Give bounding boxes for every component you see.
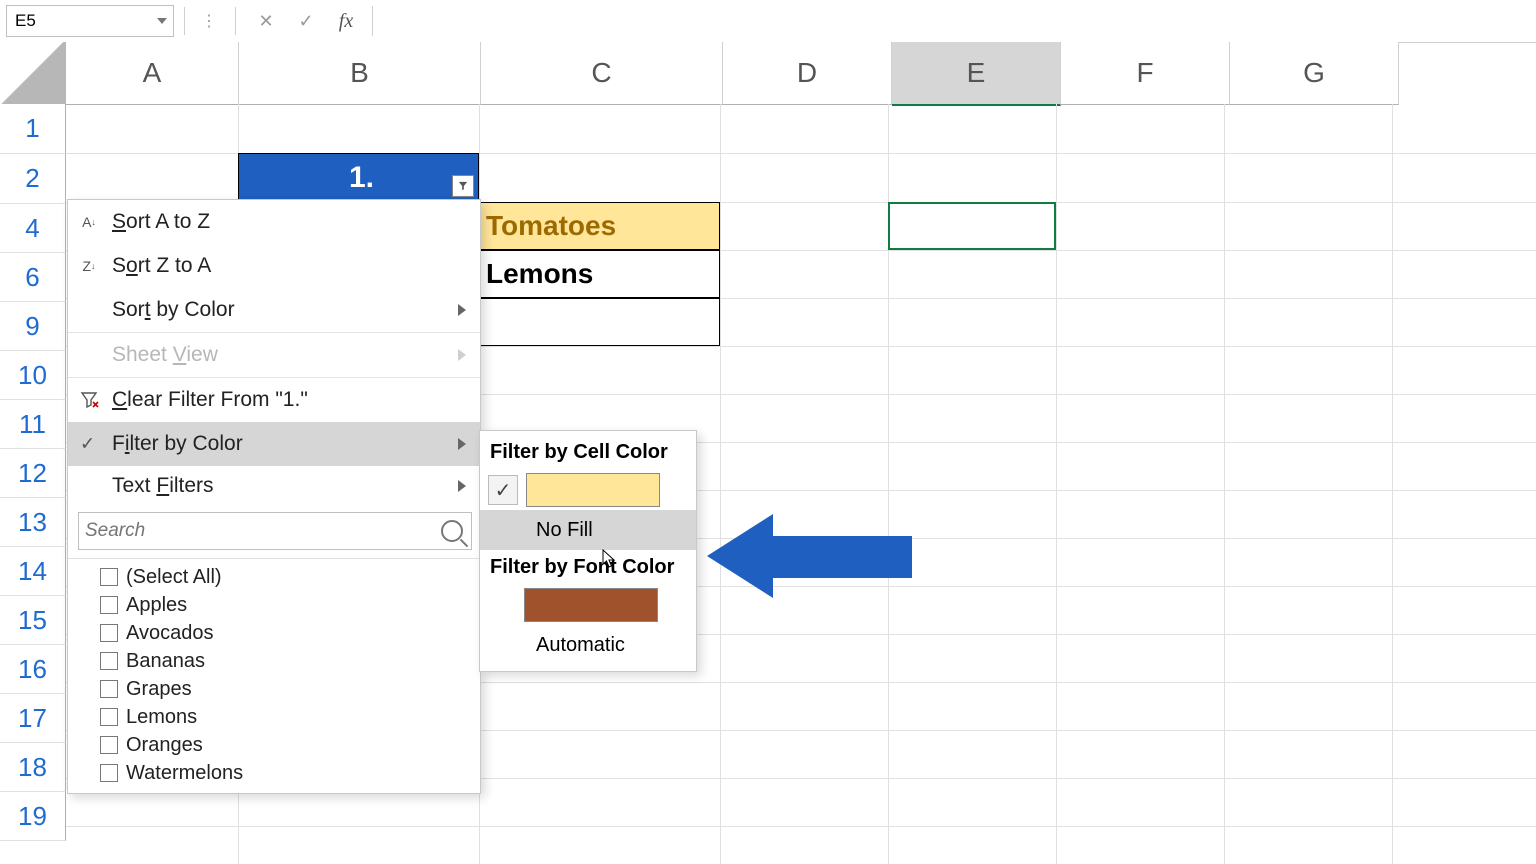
filter-by-color-submenu: Filter by Cell Color ✓ No Fill Filter by… [479, 430, 697, 672]
select-all-corner[interactable] [0, 42, 67, 105]
row-header-9[interactable]: 9 [0, 302, 66, 351]
check-icon: ✓ [80, 434, 95, 455]
filter-cell-no-fill[interactable]: No Fill [480, 510, 696, 550]
menu-clear-filter[interactable]: Clear Filter From "1." [68, 378, 480, 422]
chevron-right-icon [458, 438, 466, 450]
menu-sort-by-color[interactable]: Sort by Color [68, 288, 480, 332]
formula-input[interactable] [372, 6, 1536, 36]
filter-check-label: Lemons [126, 706, 197, 729]
menu-text-filters[interactable]: Text Filters [68, 466, 480, 506]
formula-bar: E5 ⋮ fx [0, 0, 1536, 43]
sort-az-icon: A↓ [78, 211, 100, 233]
filter-check-item[interactable]: Grapes [100, 675, 470, 703]
active-cell-outline [888, 202, 1056, 250]
menu-sheet-view: Sheet View [68, 333, 480, 377]
menu-sort-z-a[interactable]: Z↓ Sort Z to A [68, 244, 480, 288]
column-header-C[interactable]: C [481, 42, 723, 105]
filter-check-item[interactable]: Bananas [100, 647, 470, 675]
row-header-13[interactable]: 13 [0, 498, 66, 547]
row-header-17[interactable]: 17 [0, 694, 66, 743]
checkbox-icon [100, 764, 118, 782]
checkbox-icon [100, 708, 118, 726]
filter-dropdown-button[interactable] [452, 175, 474, 197]
row-header-14[interactable]: 14 [0, 547, 66, 596]
filter-check-item[interactable]: Watermelons [100, 759, 470, 787]
row-header-1[interactable]: 1 [0, 104, 66, 154]
column-header-D[interactable]: D [723, 42, 892, 105]
filter-font-color-brown[interactable] [480, 585, 696, 625]
column-header-A[interactable]: A [66, 42, 239, 105]
row-header-18[interactable]: 18 [0, 743, 66, 792]
filter-check-label: Watermelons [126, 762, 243, 785]
fx-icon[interactable]: fx [326, 6, 366, 36]
cell-c6[interactable]: Lemons [479, 250, 720, 298]
row-header-2[interactable]: 2 [0, 154, 66, 204]
row-header-19[interactable]: 19 [0, 792, 66, 841]
filter-check-item[interactable]: Oranges [100, 731, 470, 759]
table-header-1[interactable]: 1. [238, 153, 479, 202]
sort-za-icon: Z↓ [78, 255, 100, 277]
column-header-B[interactable]: B [239, 42, 481, 105]
filter-check-label: (Select All) [126, 566, 222, 589]
search-field[interactable] [79, 519, 441, 543]
cancel-icon[interactable] [246, 6, 286, 36]
font-color-swatch [524, 588, 658, 622]
filter-search-input[interactable] [78, 512, 472, 550]
drag-handle-icon[interactable]: ⋮ [201, 11, 219, 31]
divider [235, 7, 236, 35]
filter-check-label: Oranges [126, 734, 203, 757]
filter-check-item[interactable]: Apples [100, 591, 470, 619]
enter-icon[interactable] [286, 6, 326, 36]
column-header-E[interactable]: E [892, 42, 1061, 106]
checkbox-icon [100, 652, 118, 670]
row-header-10[interactable]: 10 [0, 351, 66, 400]
name-box[interactable]: E5 [6, 5, 174, 37]
checkbox-icon [100, 568, 118, 586]
checkbox-icon [100, 596, 118, 614]
column-header-F[interactable]: F [1061, 42, 1230, 105]
row-header-15[interactable]: 15 [0, 596, 66, 645]
column-header-G[interactable]: G [1230, 42, 1399, 105]
filter-font-color-header: Filter by Font Color [480, 550, 696, 585]
filter-check-item[interactable]: (Select All) [100, 563, 470, 591]
menu-filter-by-color[interactable]: ✓ Filter by Color [68, 422, 480, 466]
chevron-right-icon [458, 304, 466, 316]
cell-color-swatch [526, 473, 660, 507]
row-headers: 1246910111213141516171819 [0, 104, 66, 841]
name-box-value: E5 [15, 11, 36, 31]
checkbox-icon [100, 624, 118, 642]
chevron-down-icon [157, 18, 167, 24]
row-header-6[interactable]: 6 [0, 253, 66, 302]
row-header-12[interactable]: 12 [0, 449, 66, 498]
clear-filter-icon [78, 389, 100, 411]
search-icon [441, 520, 463, 542]
filter-cell-color-yellow[interactable]: ✓ [480, 470, 696, 510]
filter-check-label: Grapes [126, 678, 192, 701]
filter-search-wrap [68, 506, 480, 556]
filter-check-item[interactable]: Avocados [100, 619, 470, 647]
check-icon: ✓ [488, 475, 518, 505]
filter-font-automatic[interactable]: Automatic [480, 625, 696, 665]
annotation-arrow [707, 514, 912, 598]
filter-checklist: (Select All) Apples Avocados Bananas Grapes L… [68, 558, 480, 793]
filter-check-label: Apples [126, 594, 187, 617]
row-header-4[interactable]: 4 [0, 204, 66, 253]
chevron-right-icon [458, 349, 466, 361]
filter-context-menu: A↓ Sort A to Z Z↓ Sort Z to A Sort by Co… [67, 199, 481, 794]
menu-sort-a-z[interactable]: A↓ Sort A to Z [68, 200, 480, 244]
filter-cell-color-header: Filter by Cell Color [480, 431, 696, 470]
checkbox-icon [100, 736, 118, 754]
column-headers: ABCDEFG [66, 42, 1536, 104]
filter-check-label: Avocados [126, 622, 213, 645]
cell-c4[interactable]: Tomatoes [479, 202, 720, 250]
row-header-16[interactable]: 16 [0, 645, 66, 694]
checkbox-icon [100, 680, 118, 698]
filter-check-label: Bananas [126, 650, 205, 673]
cell-c9[interactable] [479, 298, 720, 346]
divider [184, 7, 185, 35]
filter-check-item[interactable]: Lemons [100, 703, 470, 731]
chevron-right-icon [458, 480, 466, 492]
row-header-11[interactable]: 11 [0, 400, 66, 449]
